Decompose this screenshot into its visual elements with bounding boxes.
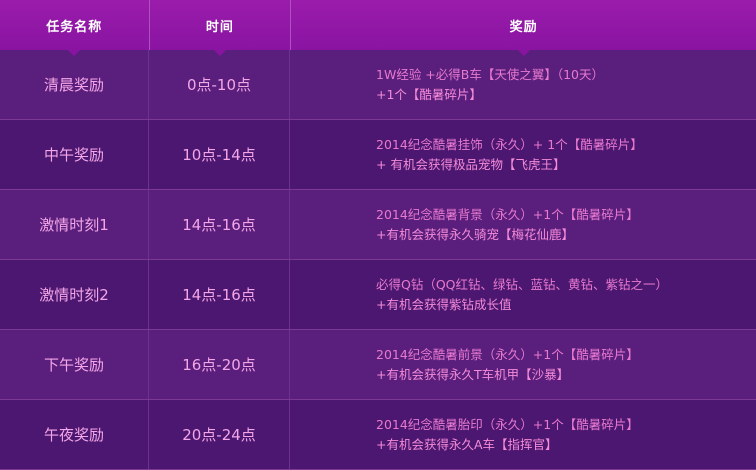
- task-time: 16点-20点: [149, 330, 290, 399]
- task-time: 14点-16点: [149, 260, 290, 329]
- header-task-name: 任务名称: [0, 0, 150, 56]
- task-time: 20点-24点: [149, 400, 290, 469]
- task-time: 10点-14点: [149, 120, 290, 189]
- reward-line-primary: 2014纪念酷暑前景（永久）+1个【酷暑碎片】: [376, 346, 639, 362]
- task-reward: 2014纪念酷暑背景（永久）+1个【酷暑碎片】 +有机会获得永久骑宠【梅花仙鹿】: [290, 190, 756, 259]
- table-row: 下午奖励 16点-20点 2014纪念酷暑前景（永久）+1个【酷暑碎片】 +有机…: [0, 330, 756, 400]
- task-name: 下午奖励: [0, 330, 149, 399]
- task-time: 0点-10点: [149, 50, 290, 119]
- reward-line-primary: 2014纪念酷暑胎印（永久）+1个【酷暑碎片】: [376, 416, 639, 432]
- reward-line-primary: 2014纪念酷暑背景（永久）+1个【酷暑碎片】: [376, 206, 639, 222]
- header-time-label: 时间: [205, 19, 234, 35]
- header-reward-label: 奖励: [509, 19, 538, 35]
- task-name: 中午奖励: [0, 120, 149, 189]
- table-row: 午夜奖励 20点-24点 2014纪念酷暑胎印（永久）+1个【酷暑碎片】 +有机…: [0, 400, 756, 470]
- header-pointer-icon: [212, 49, 227, 56]
- reward-line-secondary: +有机会获得永久A车【指挥官】: [376, 436, 558, 452]
- task-name: 午夜奖励: [0, 400, 149, 469]
- reward-line-secondary: +有机会获得紫钻成长值: [376, 296, 512, 312]
- table-row: 激情时刻2 14点-16点 必得Q钻（QQ红钻、绿钻、蓝钻、黄钻、紫钻之一） +…: [0, 260, 756, 330]
- task-name: 激情时刻2: [0, 260, 149, 329]
- reward-line-primary: 必得Q钻（QQ红钻、绿钻、蓝钻、黄钻、紫钻之一）: [376, 276, 669, 292]
- task-reward: 2014纪念酷暑挂饰（永久）+ 1个【酷暑碎片】 + 有机会获得极品宠物【飞虎王…: [290, 120, 756, 189]
- task-reward: 2014纪念酷暑前景（永久）+1个【酷暑碎片】 +有机会获得永久T车机甲【沙暴】: [290, 330, 756, 399]
- reward-line-secondary: + 有机会获得极品宠物【飞虎王】: [376, 156, 566, 172]
- table-row: 清晨奖励 0点-10点 1W经验 +必得B车【天使之翼】（10天） +1个【酷暑…: [0, 50, 756, 120]
- header-task-label: 任务名称: [46, 19, 103, 35]
- table-row: 中午奖励 10点-14点 2014纪念酷暑挂饰（永久）+ 1个【酷暑碎片】 + …: [0, 120, 756, 190]
- header-reward: 奖励: [291, 0, 756, 56]
- table-header: 任务名称 时间 奖励: [0, 0, 756, 56]
- reward-line-primary: 1W经验 +必得B车【天使之翼】（10天）: [376, 66, 604, 82]
- task-reward: 必得Q钻（QQ红钻、绿钻、蓝钻、黄钻、紫钻之一） +有机会获得紫钻成长值: [290, 260, 756, 329]
- task-name: 激情时刻1: [0, 190, 149, 259]
- reward-line-primary: 2014纪念酷暑挂饰（永久）+ 1个【酷暑碎片】: [376, 136, 643, 152]
- reward-line-secondary: +有机会获得永久T车机甲【沙暴】: [376, 366, 570, 382]
- header-time: 时间: [150, 0, 292, 56]
- header-pointer-icon: [67, 49, 82, 56]
- reward-line-secondary: +1个【酷暑碎片】: [376, 86, 482, 102]
- task-reward: 1W经验 +必得B车【天使之翼】（10天） +1个【酷暑碎片】: [290, 50, 756, 119]
- task-time: 14点-16点: [149, 190, 290, 259]
- table-body: 清晨奖励 0点-10点 1W经验 +必得B车【天使之翼】（10天） +1个【酷暑…: [0, 50, 756, 470]
- task-reward: 2014纪念酷暑胎印（永久）+1个【酷暑碎片】 +有机会获得永久A车【指挥官】: [290, 400, 756, 469]
- header-pointer-icon: [516, 49, 531, 56]
- task-name: 清晨奖励: [0, 50, 149, 119]
- reward-line-secondary: +有机会获得永久骑宠【梅花仙鹿】: [376, 226, 574, 242]
- table-row: 激情时刻1 14点-16点 2014纪念酷暑背景（永久）+1个【酷暑碎片】 +有…: [0, 190, 756, 260]
- reward-table: 任务名称 时间 奖励 清晨奖励 0点-10点 1W经验 +必得B车【天使之翼】（…: [0, 0, 756, 470]
